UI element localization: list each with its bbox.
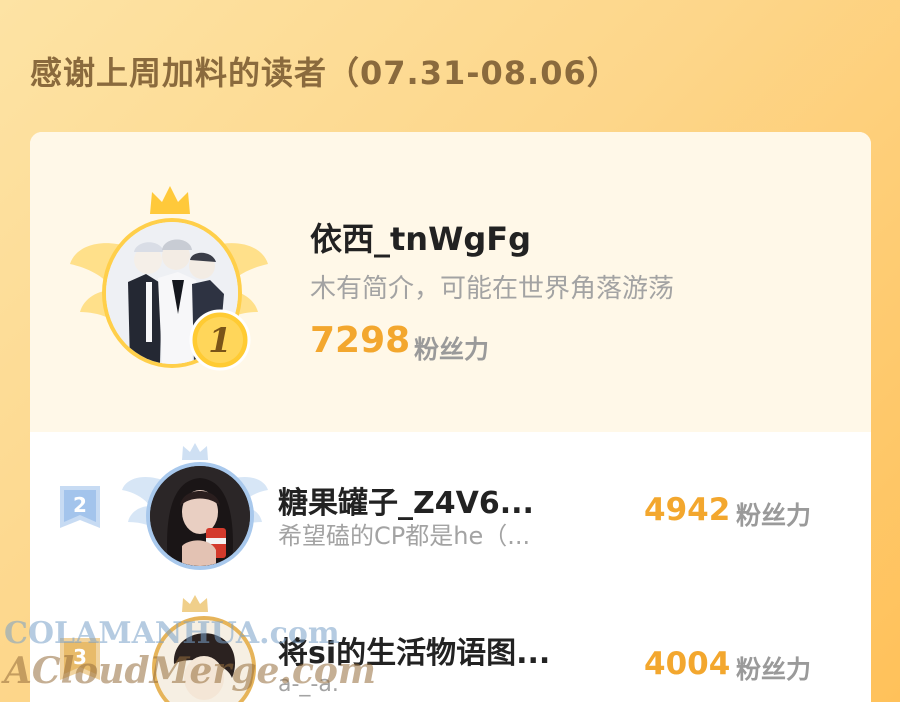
reader-ranking-card: 1 依西_tnWgFg 木有简介，可能在世界角落游荡 7298 粉丝力 2 糖果… [30, 132, 871, 702]
avatar-sketch-icon [156, 620, 252, 702]
rank-1-medal-icon: 1 [189, 309, 251, 371]
reader-1-score: 7298 [310, 320, 411, 361]
reader-3-bio: a-_-a. [278, 672, 339, 697]
reader-2-bio: 希望磕的CP都是he（... [278, 522, 531, 550]
gold-crown-icon [150, 186, 190, 214]
reader-2-score: 4942 [644, 492, 731, 528]
rank-3-number: 3 [73, 645, 87, 669]
bronze-crown-icon [182, 595, 208, 612]
reader-2-avatar[interactable] [146, 462, 254, 570]
reader-1-bio: 木有简介，可能在世界角落游荡 [310, 274, 675, 304]
reader-1-name[interactable]: 依西_tnWgFg [310, 214, 531, 260]
silver-crown-icon [182, 443, 208, 460]
reader-3-name[interactable]: 将si的生活物语图... [278, 628, 550, 672]
reader-3-avatar[interactable] [152, 616, 256, 702]
rank-2-number: 2 [73, 493, 87, 517]
rank-3-ribbon-icon: 3 [60, 638, 100, 680]
reader-3-score-unit: 粉丝力 [736, 655, 812, 684]
reader-1-score-unit: 粉丝力 [414, 335, 490, 364]
rank-2-ribbon-icon: 2 [60, 486, 100, 528]
reader-3-score: 4004 [644, 646, 731, 682]
ranking-page: 感谢上周加料的读者（07.31-08.06） 1 依西_tnWgFg 木有简介，… [0, 0, 900, 702]
reader-2-score-unit: 粉丝力 [736, 501, 812, 530]
avatar-photo-icon [150, 466, 250, 566]
rank-1-number: 1 [208, 321, 232, 361]
page-title: 感谢上周加料的读者（07.31-08.06） [30, 54, 620, 92]
